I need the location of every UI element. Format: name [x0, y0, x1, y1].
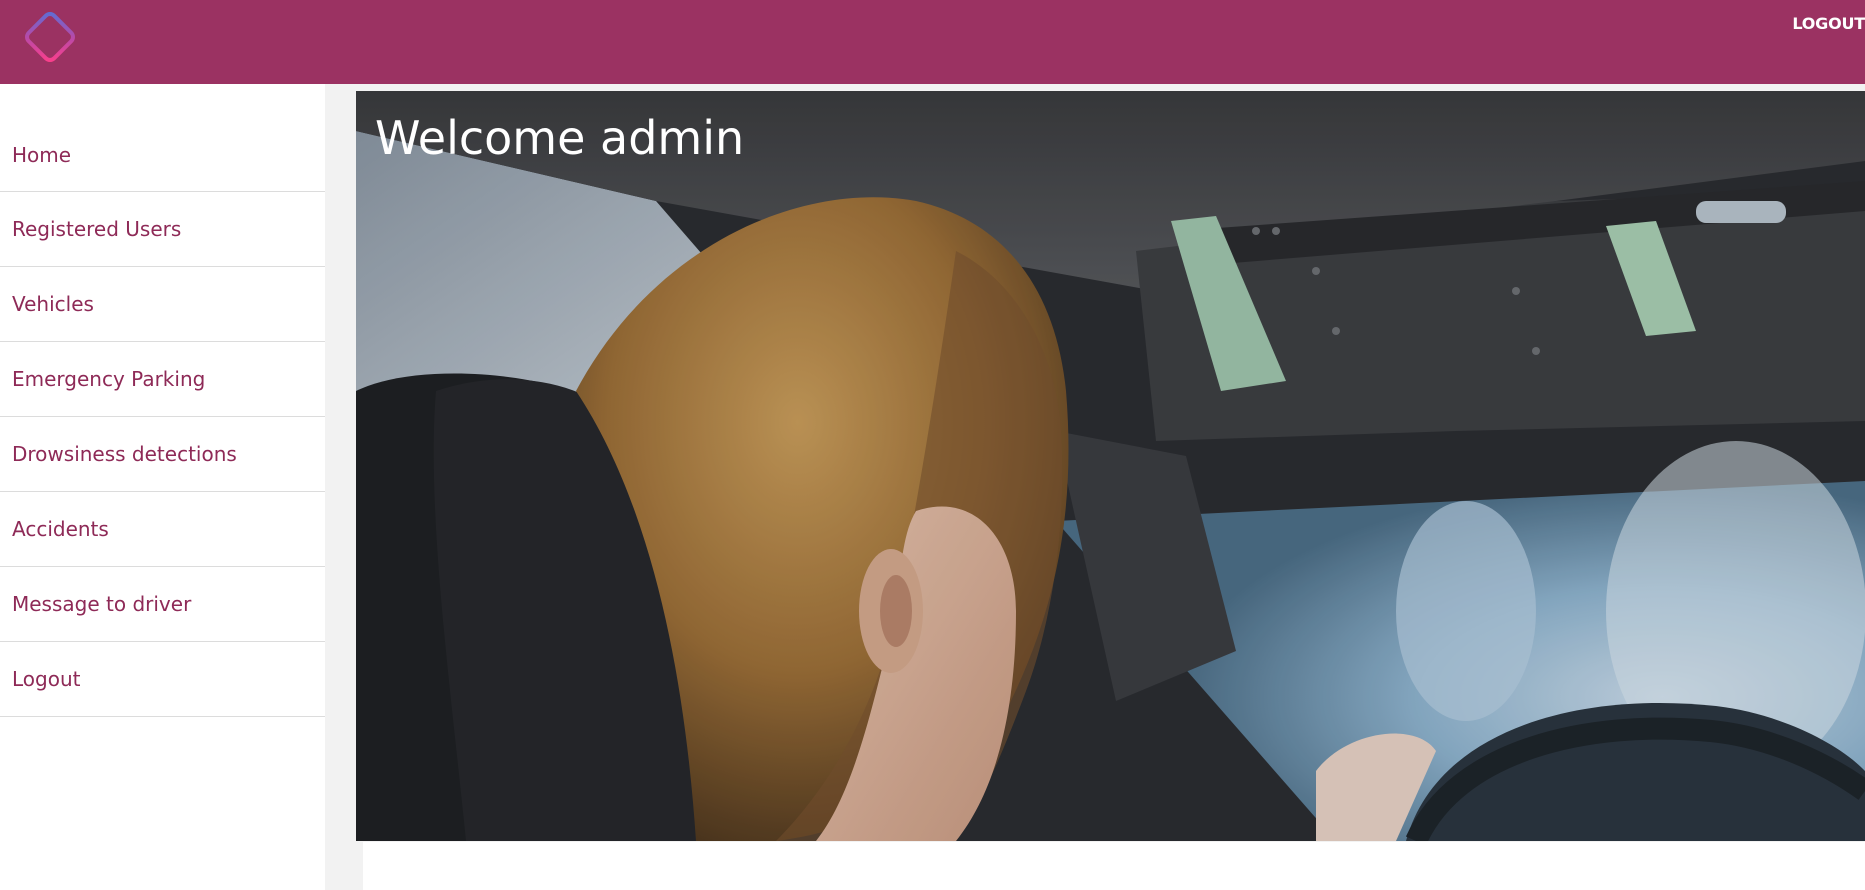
- sidebar-item-home[interactable]: Home: [0, 118, 325, 192]
- sidebar-item-label: Accidents: [12, 517, 109, 541]
- sidebar-item-message-to-driver[interactable]: Message to driver: [0, 567, 325, 642]
- sidebar-nav-list: Home Registered Users Vehicles Emergency…: [0, 84, 325, 717]
- sidebar-item-label: Emergency Parking: [12, 367, 206, 391]
- sidebar: Home Registered Users Vehicles Emergency…: [0, 84, 325, 890]
- header-logout-link[interactable]: LOGOUT: [1792, 14, 1865, 33]
- sidebar-item-label: Vehicles: [12, 292, 94, 316]
- sidebar-item-logout[interactable]: Logout: [0, 642, 325, 717]
- sidebar-item-label: Message to driver: [12, 592, 192, 616]
- sidebar-item-drowsiness-detections[interactable]: Drowsiness detections: [0, 417, 325, 492]
- content-card: [363, 842, 1865, 890]
- welcome-heading: Welcome admin: [375, 111, 745, 165]
- sidebar-item-accidents[interactable]: Accidents: [0, 492, 325, 567]
- sidebar-item-label: Home: [12, 142, 72, 167]
- hero-banner: Welcome admin: [356, 91, 1865, 841]
- sidebar-item-vehicles[interactable]: Vehicles: [0, 267, 325, 342]
- hero-image: [356, 91, 1865, 841]
- diamond-logo-icon[interactable]: [18, 5, 82, 69]
- sidebar-item-emergency-parking[interactable]: Emergency Parking: [0, 342, 325, 417]
- sidebar-item-registered-users[interactable]: Registered Users: [0, 192, 325, 267]
- sidebar-item-label: Logout: [12, 667, 81, 691]
- sidebar-item-label: Drowsiness detections: [12, 442, 237, 466]
- sidebar-item-label: Registered Users: [12, 217, 182, 241]
- top-header: LOGOUT: [0, 0, 1865, 84]
